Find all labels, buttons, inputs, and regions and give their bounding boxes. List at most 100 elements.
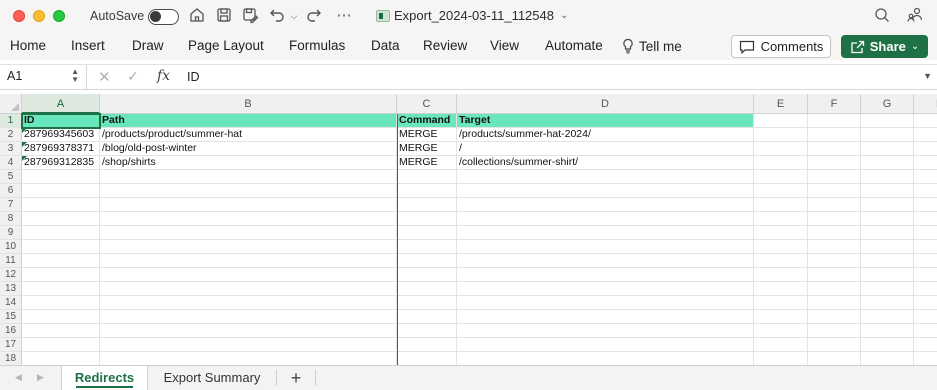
- empty-cell[interactable]: [754, 296, 808, 310]
- empty-cell[interactable]: [914, 254, 937, 268]
- undo-dropdown-icon[interactable]: ⌵: [289, 6, 299, 26]
- empty-cell[interactable]: [754, 240, 808, 254]
- row-header[interactable]: 11: [0, 254, 22, 268]
- maximize-window-button[interactable]: [53, 10, 65, 22]
- empty-cell[interactable]: [100, 240, 397, 254]
- empty-cell[interactable]: [754, 142, 808, 156]
- empty-cell[interactable]: [100, 170, 397, 184]
- undo-icon[interactable]: [268, 6, 288, 26]
- empty-cell[interactable]: [100, 198, 397, 212]
- empty-cell[interactable]: [808, 338, 861, 352]
- cancel-edit-icon[interactable]: ✕: [98, 68, 111, 86]
- cell-target[interactable]: /products/summer-hat-2024/: [457, 128, 754, 142]
- empty-cell[interactable]: [861, 296, 914, 310]
- empty-cell[interactable]: [808, 324, 861, 338]
- empty-cell[interactable]: [397, 254, 457, 268]
- empty-cell[interactable]: [754, 254, 808, 268]
- row-header[interactable]: 9: [0, 226, 22, 240]
- empty-cell[interactable]: [808, 282, 861, 296]
- empty-cell[interactable]: [397, 198, 457, 212]
- select-all-corner[interactable]: [0, 94, 22, 114]
- empty-cell[interactable]: [861, 268, 914, 282]
- row-header[interactable]: 1: [0, 114, 22, 128]
- empty-cell[interactable]: [808, 198, 861, 212]
- column-header-a[interactable]: A: [22, 94, 100, 114]
- empty-cell[interactable]: [397, 296, 457, 310]
- tab-data[interactable]: Data: [371, 38, 400, 53]
- empty-cell[interactable]: [861, 128, 914, 142]
- tab-insert[interactable]: Insert: [71, 38, 105, 53]
- empty-cell[interactable]: [861, 352, 914, 365]
- empty-cell[interactable]: [100, 324, 397, 338]
- file-title[interactable]: Export_2024-03-11_112548 ⌄: [376, 8, 568, 23]
- empty-cell[interactable]: [808, 142, 861, 156]
- row-header[interactable]: 2: [0, 128, 22, 142]
- empty-cell[interactable]: [754, 170, 808, 184]
- empty-cell[interactable]: [22, 310, 100, 324]
- row-header[interactable]: 5: [0, 170, 22, 184]
- cell-id[interactable]: 287969312835: [22, 156, 100, 170]
- empty-cell[interactable]: [457, 212, 754, 226]
- cell-path[interactable]: /blog/old-post-winter: [100, 142, 397, 156]
- empty-cell[interactable]: [754, 282, 808, 296]
- autosave-toggle[interactable]: [148, 9, 179, 25]
- empty-cell[interactable]: [914, 240, 937, 254]
- empty-cell[interactable]: [754, 352, 808, 365]
- empty-cell[interactable]: [100, 254, 397, 268]
- empty-cell[interactable]: [754, 310, 808, 324]
- empty-cell[interactable]: [397, 338, 457, 352]
- cell-command[interactable]: MERGE: [397, 128, 457, 142]
- empty-cell[interactable]: [100, 184, 397, 198]
- cell-command[interactable]: MERGE: [397, 142, 457, 156]
- empty-cell[interactable]: [914, 156, 937, 170]
- row-header[interactable]: 14: [0, 296, 22, 310]
- column-header-f[interactable]: F: [808, 94, 861, 114]
- empty-cell[interactable]: [914, 114, 937, 128]
- cell-id[interactable]: 287969345603: [22, 128, 100, 142]
- more-icon[interactable]: ⋯: [334, 6, 354, 26]
- empty-cell[interactable]: [457, 310, 754, 324]
- empty-cell[interactable]: [914, 324, 937, 338]
- add-sheet-button[interactable]: +: [287, 367, 305, 389]
- empty-cell[interactable]: [22, 170, 100, 184]
- row-header[interactable]: 10: [0, 240, 22, 254]
- expand-formula-bar-icon[interactable]: ▼: [923, 71, 932, 81]
- cell-path[interactable]: /shop/shirts: [100, 156, 397, 170]
- empty-cell[interactable]: [808, 352, 861, 365]
- tab-view[interactable]: View: [490, 38, 519, 53]
- empty-cell[interactable]: [808, 268, 861, 282]
- spreadsheet-grid[interactable]: A B C D E F G H 1IDPathCommandTarget 2287…: [0, 94, 937, 365]
- empty-cell[interactable]: [457, 184, 754, 198]
- empty-cell[interactable]: [914, 128, 937, 142]
- empty-cell[interactable]: [397, 226, 457, 240]
- empty-cell[interactable]: [754, 128, 808, 142]
- empty-cell[interactable]: [914, 170, 937, 184]
- empty-cell[interactable]: [808, 184, 861, 198]
- empty-cell[interactable]: [22, 198, 100, 212]
- empty-cell[interactable]: [22, 296, 100, 310]
- empty-cell[interactable]: [914, 198, 937, 212]
- empty-cell[interactable]: [808, 296, 861, 310]
- sheet-tab-export-summary[interactable]: Export Summary: [150, 366, 274, 390]
- empty-cell[interactable]: [861, 226, 914, 240]
- empty-cell[interactable]: [397, 352, 457, 365]
- empty-cell[interactable]: [914, 184, 937, 198]
- close-window-button[interactable]: [13, 10, 25, 22]
- empty-cell[interactable]: [100, 226, 397, 240]
- empty-cell[interactable]: [22, 338, 100, 352]
- empty-cell[interactable]: [914, 296, 937, 310]
- row-header[interactable]: 16: [0, 324, 22, 338]
- confirm-edit-icon[interactable]: ✓: [127, 68, 139, 85]
- empty-cell[interactable]: [861, 170, 914, 184]
- column-header-g[interactable]: G: [861, 94, 914, 114]
- empty-cell[interactable]: [861, 142, 914, 156]
- empty-cell[interactable]: [861, 114, 914, 128]
- save-as-icon[interactable]: [241, 6, 261, 26]
- comments-button[interactable]: Comments: [731, 35, 831, 58]
- empty-cell[interactable]: [808, 240, 861, 254]
- tab-page-layout[interactable]: Page Layout: [188, 38, 264, 53]
- stepper-icon[interactable]: ▲ ▼: [71, 68, 79, 84]
- header-cell-target[interactable]: Target: [457, 114, 754, 128]
- empty-cell[interactable]: [754, 338, 808, 352]
- empty-cell[interactable]: [914, 226, 937, 240]
